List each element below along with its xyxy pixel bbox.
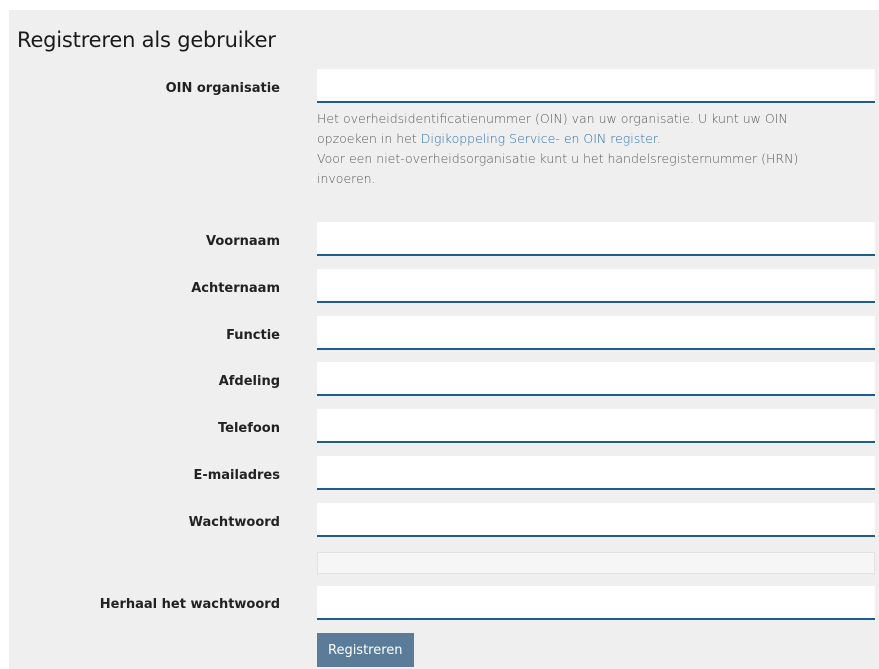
email-label: E-mailadres — [193, 468, 280, 483]
password-repeat-input[interactable] — [317, 586, 875, 620]
oin-help-line3: Voor een niet-overheidsorganisatie kunt … — [317, 151, 799, 166]
email-input[interactable] — [317, 456, 875, 490]
voornaam-input[interactable] — [317, 222, 875, 256]
afdeling-label: Afdeling — [218, 374, 280, 389]
telefoon-input[interactable] — [317, 409, 875, 443]
functie-label: Functie — [226, 328, 280, 343]
wachtwoord-label: Wachtwoord — [188, 515, 280, 530]
oin-help-line2-suffix: . — [656, 131, 661, 146]
afdeling-input[interactable] — [317, 362, 875, 396]
password-input[interactable] — [317, 503, 875, 537]
oin-help-line1: Het overheidsidentificatienummer (OIN) v… — [317, 111, 788, 126]
register-button[interactable]: Registreren — [317, 633, 414, 667]
oin-help-line2-prefix: opzoeken in het — [317, 131, 421, 146]
oin-help-line4: invoeren. — [317, 171, 376, 186]
registration-panel: Registreren als gebruiker OIN organisati… — [9, 10, 879, 669]
achternaam-label: Achternaam — [191, 281, 280, 296]
telefoon-label: Telefoon — [217, 421, 280, 436]
herhaal-label: Herhaal het wachtwoord — [99, 597, 280, 612]
oin-input[interactable] — [317, 69, 875, 103]
password-strength-bar — [317, 552, 875, 574]
page-title: Registreren als gebruiker — [17, 28, 276, 52]
achternaam-input[interactable] — [317, 269, 875, 303]
functie-input[interactable] — [317, 316, 875, 350]
oin-label: OIN organisatie — [165, 81, 280, 96]
oin-help-text: Het overheidsidentificatienummer (OIN) v… — [317, 109, 857, 189]
oin-register-link[interactable]: Digikoppeling Service- en OIN register — [421, 131, 657, 146]
voornaam-label: Voornaam — [206, 234, 280, 249]
